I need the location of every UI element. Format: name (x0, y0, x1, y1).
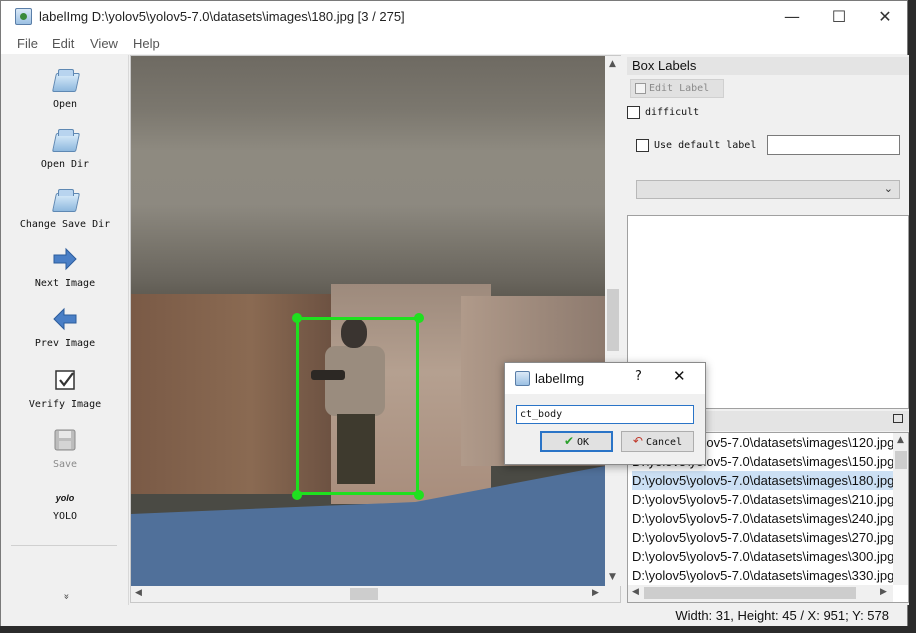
scroll-right-icon[interactable]: ▶ (880, 587, 887, 597)
image-canvas[interactable]: ▲ ▼ ◀ ▶ (130, 55, 621, 603)
bbox-handle-bottom-right[interactable] (414, 490, 424, 500)
close-button[interactable]: ✕ (862, 1, 908, 32)
save-button[interactable]: Save (1, 427, 129, 470)
float-window-icon[interactable] (893, 414, 903, 423)
change-save-dir-label: Change Save Dir (19, 219, 111, 230)
file-list-horizontal-scrollbar[interactable]: ◀ ▶ (628, 585, 893, 602)
dialog-title: labelImg (535, 371, 585, 386)
labelimg-app-icon (515, 371, 530, 386)
folder-open-icon (52, 67, 78, 93)
next-image-button[interactable]: Next Image (1, 246, 129, 289)
dialog-body: ct_body ✔ OK ↶ Cancel (505, 394, 705, 464)
bbox-handle-top-left[interactable] (292, 313, 302, 323)
use-default-label-checkbox[interactable] (636, 139, 649, 152)
verify-image-button[interactable]: Verify Image (1, 367, 129, 410)
status-text: Width: 31, Height: 45 / X: 951; Y: 578 (675, 608, 889, 623)
file-list-vertical-scrollbar[interactable]: ▲ (893, 433, 908, 585)
scroll-up-icon[interactable]: ▲ (897, 435, 904, 445)
menu-edit[interactable]: Edit (52, 36, 74, 51)
open-dir-button[interactable]: Open Dir (1, 127, 129, 170)
menu-file[interactable]: File (17, 36, 38, 51)
scroll-left-icon[interactable]: ◀ (632, 587, 639, 597)
scroll-down-icon[interactable]: ▼ (609, 572, 616, 582)
change-save-dir-button[interactable]: Change Save Dir (1, 187, 129, 230)
canvas-horizontal-scroll-thumb[interactable] (350, 588, 378, 600)
prev-image-label: Prev Image (34, 338, 96, 349)
scroll-up-icon[interactable]: ▲ (609, 59, 616, 69)
menu-view[interactable]: View (90, 36, 118, 51)
ok-button[interactable]: ✔ OK (540, 431, 613, 452)
scroll-left-icon[interactable]: ◀ (135, 588, 142, 598)
yolo-label: YOLO (52, 511, 78, 522)
file-list-item[interactable]: D:\yolov5\yolov5-7.0\datasets\images\330… (632, 566, 902, 585)
chevron-down-icon[interactable]: » (61, 593, 72, 599)
minimize-button[interactable]: — (769, 1, 815, 32)
labelimg-app-icon (15, 8, 32, 25)
folder-icon (52, 127, 78, 153)
file-list-item[interactable]: D:\yolov5\yolov5-7.0\datasets\images\300… (632, 547, 902, 566)
canvas-horizontal-scrollbar[interactable]: ◀ ▶ (131, 586, 605, 602)
canvas-vertical-scrollbar[interactable]: ▲ ▼ (605, 56, 621, 586)
edit-label-text: Edit Label (649, 83, 710, 94)
arrow-left-icon (53, 307, 77, 331)
default-label-input[interactable] (767, 135, 900, 155)
dialog-help-button[interactable]: ? (635, 369, 642, 384)
dialog-close-button[interactable]: ✕ (673, 367, 686, 385)
yolo-icon: yolo (55, 493, 75, 503)
annotated-image[interactable] (131, 56, 605, 586)
window-title: labelImg D:\yolov5\yolov5-7.0\datasets\i… (39, 9, 405, 24)
verify-image-label: Verify Image (28, 399, 102, 410)
cancel-button[interactable]: ↶ Cancel (621, 431, 694, 452)
difficult-label: difficult (645, 107, 700, 118)
file-list-horizontal-thumb[interactable] (644, 587, 856, 599)
labelimg-window: labelImg D:\yolov5\yolov5-7.0\datasets\i… (0, 0, 909, 626)
title-bar: labelImg D:\yolov5\yolov5-7.0\datasets\i… (1, 1, 907, 32)
folder-save-icon (52, 187, 78, 213)
status-bar: Width: 31, Height: 45 / X: 951; Y: 578 (1, 605, 907, 626)
next-image-label: Next Image (34, 278, 96, 289)
pencil-icon (635, 83, 646, 94)
box-labels-dock: Box Labels Edit Label difficult Use defa… (627, 55, 909, 605)
label-name-input[interactable]: ct_body (516, 405, 694, 424)
save-label: Save (52, 459, 78, 470)
arrow-right-icon (53, 247, 77, 271)
file-list-scroll-thumb[interactable] (895, 451, 907, 469)
yolo-format-button[interactable]: yolo YOLO (1, 491, 129, 522)
open-dir-label: Open Dir (40, 159, 90, 170)
open-label: Open (52, 99, 78, 110)
undo-arrow-icon: ↶ (632, 434, 643, 448)
bbox-handle-bottom-left[interactable] (292, 490, 302, 500)
maximize-button[interactable]: ☐ (816, 1, 862, 32)
bbox-handle-top-right[interactable] (414, 313, 424, 323)
scroll-right-icon[interactable]: ▶ (592, 588, 599, 598)
prev-image-button[interactable]: Prev Image (1, 306, 129, 349)
checkbox-check-icon (55, 370, 75, 390)
cancel-label: Cancel (645, 437, 683, 448)
difficult-checkbox[interactable] (627, 106, 640, 119)
open-button[interactable]: Open (1, 67, 129, 110)
canvas-vertical-scroll-thumb[interactable] (607, 289, 619, 351)
menu-help[interactable]: Help (133, 36, 160, 51)
floppy-disk-icon (54, 429, 76, 451)
tool-bar: Open Open Dir Change Save Dir Next Image… (1, 55, 129, 605)
toolbar-divider (11, 545, 117, 546)
file-list-item[interactable]: D:\yolov5\yolov5-7.0\datasets\images\270… (632, 528, 902, 547)
chevron-down-icon: ⌄ (883, 182, 893, 195)
check-icon: ✔ (563, 434, 574, 448)
edit-label-button[interactable]: Edit Label (630, 79, 724, 98)
use-default-label-label: Use default label (654, 140, 757, 151)
label-combo-box[interactable]: ⌄ (636, 180, 900, 199)
box-labels-title: Box Labels (627, 57, 909, 75)
file-list-item[interactable]: D:\yolov5\yolov5-7.0\datasets\images\210… (632, 490, 902, 509)
file-list-item-selected[interactable]: D:\yolov5\yolov5-7.0\datasets\images\180… (632, 471, 902, 490)
menu-bar: File Edit View Help (1, 32, 907, 54)
file-list-item[interactable]: D:\yolov5\yolov5-7.0\datasets\images\240… (632, 509, 902, 528)
ok-label: OK (577, 437, 590, 448)
bounding-box[interactable] (296, 317, 419, 495)
label-dialog: labelImg ? ✕ ct_body ✔ OK ↶ Cancel (504, 362, 706, 465)
